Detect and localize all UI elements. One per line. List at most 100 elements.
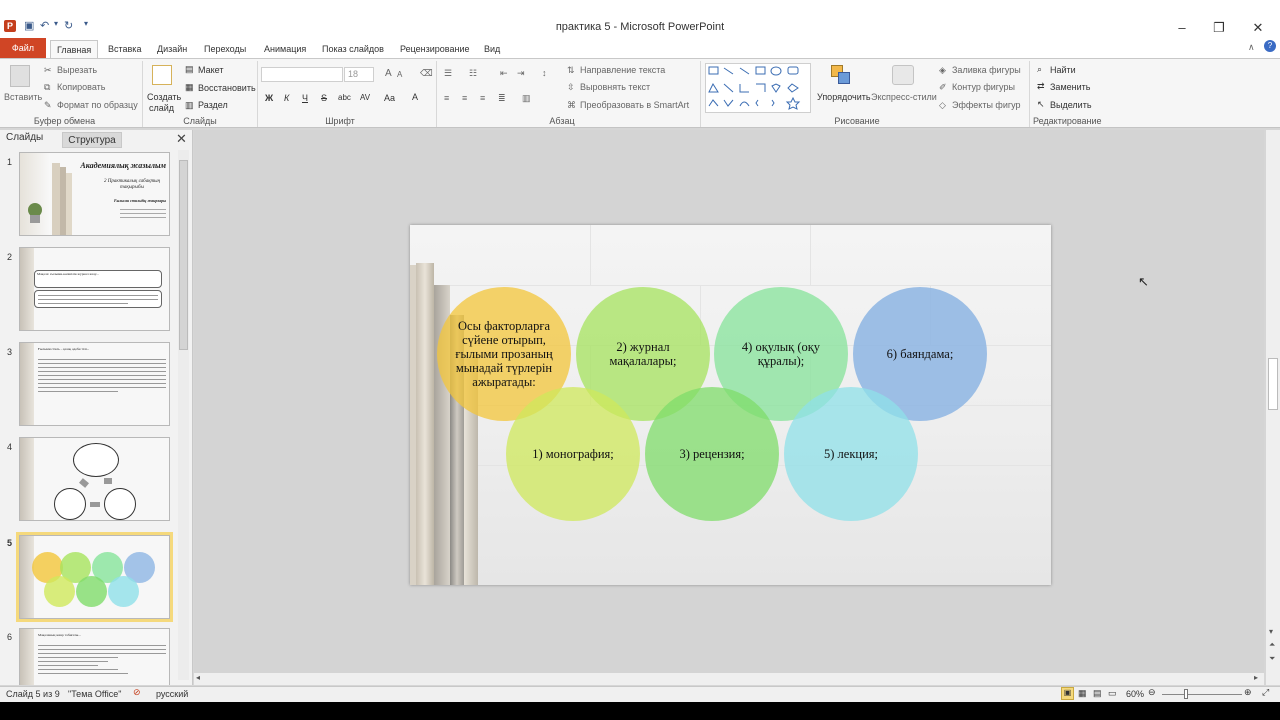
align-text-icon[interactable]: ⇳ bbox=[567, 82, 575, 93]
font-color-button[interactable]: A bbox=[412, 92, 418, 102]
bold-button[interactable]: Ж bbox=[265, 93, 273, 103]
tab-review[interactable]: Рецензирование bbox=[394, 40, 476, 58]
zoom-level[interactable]: 60% bbox=[1126, 689, 1144, 699]
normal-view-icon[interactable]: ▣ bbox=[1061, 687, 1074, 700]
select-button[interactable]: Выделить bbox=[1050, 100, 1092, 110]
new-slide-label-2[interactable]: слайд bbox=[149, 103, 174, 113]
paste-icon[interactable] bbox=[10, 65, 30, 87]
shape-effects-button[interactable]: Эффекты фигур bbox=[952, 100, 1021, 110]
find-icon[interactable]: ⌕ bbox=[1037, 64, 1042, 75]
layout-icon[interactable]: ▤ bbox=[185, 64, 194, 75]
slide-thumbnail-4[interactable] bbox=[19, 437, 170, 521]
circle-monograph[interactable]: 1) монография; bbox=[506, 387, 640, 521]
thumbnails-scrollbar[interactable] bbox=[178, 150, 189, 680]
slideshow-view-icon[interactable]: ▭ bbox=[1108, 688, 1117, 699]
language[interactable]: русский bbox=[156, 689, 188, 699]
clear-format-icon[interactable]: ⌫ bbox=[420, 68, 433, 79]
text-direction-button[interactable]: Направление текста bbox=[580, 65, 665, 75]
copy-button[interactable]: Копировать bbox=[57, 82, 105, 92]
line-spacing-icon[interactable]: ↕ bbox=[542, 68, 547, 78]
section-button[interactable]: Раздел bbox=[198, 100, 228, 110]
numbering-icon[interactable]: ☷ bbox=[469, 68, 477, 79]
shapes-gallery[interactable] bbox=[705, 63, 811, 113]
zoom-slider-thumb[interactable] bbox=[1184, 689, 1188, 699]
tab-transitions[interactable]: Переходы bbox=[198, 40, 252, 58]
slide-thumbnail-3[interactable]: Ғылыми стиль – қазақ әдеби тілі... bbox=[19, 342, 170, 426]
tab-outline-pane[interactable]: Структура bbox=[62, 132, 122, 148]
strikethrough-button[interactable]: S bbox=[321, 93, 327, 103]
columns-icon[interactable]: ▥ bbox=[522, 93, 531, 104]
circle-lecture[interactable]: 5) лекция; bbox=[784, 387, 918, 521]
format-painter-icon[interactable]: ✎ bbox=[44, 100, 52, 111]
zoom-out-icon[interactable]: ⊖ bbox=[1148, 687, 1156, 698]
align-center-icon[interactable]: ≡ bbox=[462, 93, 467, 103]
slide-sorter-icon[interactable]: ▦ bbox=[1078, 688, 1087, 699]
layout-button[interactable]: Макет bbox=[198, 65, 223, 75]
slide-canvas[interactable]: Осы факторларға сүйене отырып, ғылыми пр… bbox=[410, 225, 1051, 585]
replace-button[interactable]: Заменить bbox=[1050, 82, 1090, 92]
tab-insert[interactable]: Вставка bbox=[102, 40, 147, 58]
scroll-left-icon[interactable]: ◂ bbox=[196, 673, 200, 682]
tab-view[interactable]: Вид bbox=[478, 40, 506, 58]
vertical-scrollbar[interactable]: ▾ ⏶ ⏷ bbox=[1266, 130, 1280, 685]
font-size-box[interactable]: 18 bbox=[344, 67, 374, 82]
replace-icon[interactable]: ⇄ bbox=[1037, 81, 1045, 92]
smartart-button[interactable]: Преобразовать в SmartArt bbox=[580, 100, 689, 110]
minimize-icon[interactable]: – bbox=[1170, 19, 1194, 37]
tab-slideshow[interactable]: Показ слайдов bbox=[316, 40, 390, 58]
text-direction-icon[interactable]: ⇅ bbox=[567, 65, 575, 76]
quick-styles-button[interactable]: Экспресс-стили bbox=[871, 92, 937, 102]
spellcheck-icon[interactable]: ⊘ bbox=[133, 687, 141, 698]
zoom-slider[interactable] bbox=[1162, 694, 1242, 695]
shadow-button[interactable]: abc bbox=[338, 93, 351, 102]
increase-indent-icon[interactable]: ⇥ bbox=[517, 68, 525, 79]
bullets-icon[interactable]: ☰ bbox=[444, 68, 452, 79]
reset-button[interactable]: Восстановить bbox=[198, 83, 256, 93]
scroll-down-icon[interactable]: ▾ bbox=[1269, 627, 1273, 636]
new-slide-icon[interactable] bbox=[152, 65, 172, 85]
scrollbar-thumb[interactable] bbox=[179, 160, 188, 350]
section-icon[interactable]: ▥ bbox=[185, 100, 194, 111]
new-slide-label-1[interactable]: Создать bbox=[147, 92, 181, 102]
arrange-icon[interactable] bbox=[831, 65, 851, 85]
copy-icon[interactable]: ⧉ bbox=[44, 82, 50, 93]
tab-slides-pane[interactable]: Слайды bbox=[6, 132, 43, 143]
underline-button[interactable]: Ч bbox=[302, 93, 308, 103]
horizontal-scrollbar[interactable]: ◂ ▸ bbox=[194, 673, 1264, 685]
reset-icon[interactable]: ▦ bbox=[185, 82, 194, 93]
change-case-button[interactable]: Aa bbox=[384, 93, 395, 103]
format-painter-button[interactable]: Формат по образцу bbox=[57, 100, 138, 110]
help-icon[interactable]: ? bbox=[1264, 40, 1276, 52]
cut-icon[interactable]: ✂ bbox=[44, 65, 52, 76]
tab-animation[interactable]: Анимация bbox=[258, 40, 312, 58]
align-left-icon[interactable]: ≡ bbox=[444, 93, 449, 103]
scrollbar-thumb[interactable] bbox=[1268, 358, 1278, 410]
cut-button[interactable]: Вырезать bbox=[57, 65, 97, 75]
shape-fill-icon[interactable]: ◈ bbox=[939, 65, 946, 76]
quick-styles-icon[interactable] bbox=[892, 65, 914, 85]
slide-thumbnail-5[interactable] bbox=[16, 532, 173, 622]
slide-thumbnail-6[interactable]: Мақаланың жанр табиғаты... bbox=[19, 628, 170, 685]
select-icon[interactable]: ↖ bbox=[1037, 99, 1045, 110]
circle-review[interactable]: 3) рецензия; bbox=[645, 387, 779, 521]
fit-to-window-icon[interactable]: ⤢ bbox=[1262, 687, 1269, 698]
italic-button[interactable]: К bbox=[284, 93, 289, 103]
tab-home[interactable]: Главная bbox=[50, 40, 99, 58]
reading-view-icon[interactable]: ▤ bbox=[1093, 688, 1102, 699]
close-pane-icon[interactable]: ✕ bbox=[176, 131, 187, 147]
zoom-in-icon[interactable]: ⊕ bbox=[1244, 687, 1252, 698]
shape-fill-button[interactable]: Заливка фигуры bbox=[952, 65, 1021, 75]
align-text-button[interactable]: Выровнять текст bbox=[580, 82, 650, 92]
arrange-button[interactable]: Упорядочить bbox=[817, 92, 871, 102]
scroll-right-icon[interactable]: ▸ bbox=[1254, 673, 1258, 682]
minimize-ribbon-icon[interactable]: ∧ bbox=[1248, 42, 1255, 53]
align-right-icon[interactable]: ≡ bbox=[480, 93, 485, 103]
next-slide-icon[interactable]: ⏷ bbox=[1269, 654, 1275, 664]
shape-effects-icon[interactable]: ◇ bbox=[939, 100, 946, 111]
grow-font-icon[interactable]: A bbox=[385, 68, 392, 79]
shrink-font-icon[interactable]: A bbox=[397, 70, 402, 79]
slide-thumbnail-2[interactable]: Мақала: ғылыми-көпшілік журнал жазу... bbox=[19, 247, 170, 331]
char-spacing-button[interactable]: AV bbox=[360, 93, 370, 102]
font-name-box[interactable] bbox=[261, 67, 343, 82]
tab-design[interactable]: Дизайн bbox=[151, 40, 193, 58]
